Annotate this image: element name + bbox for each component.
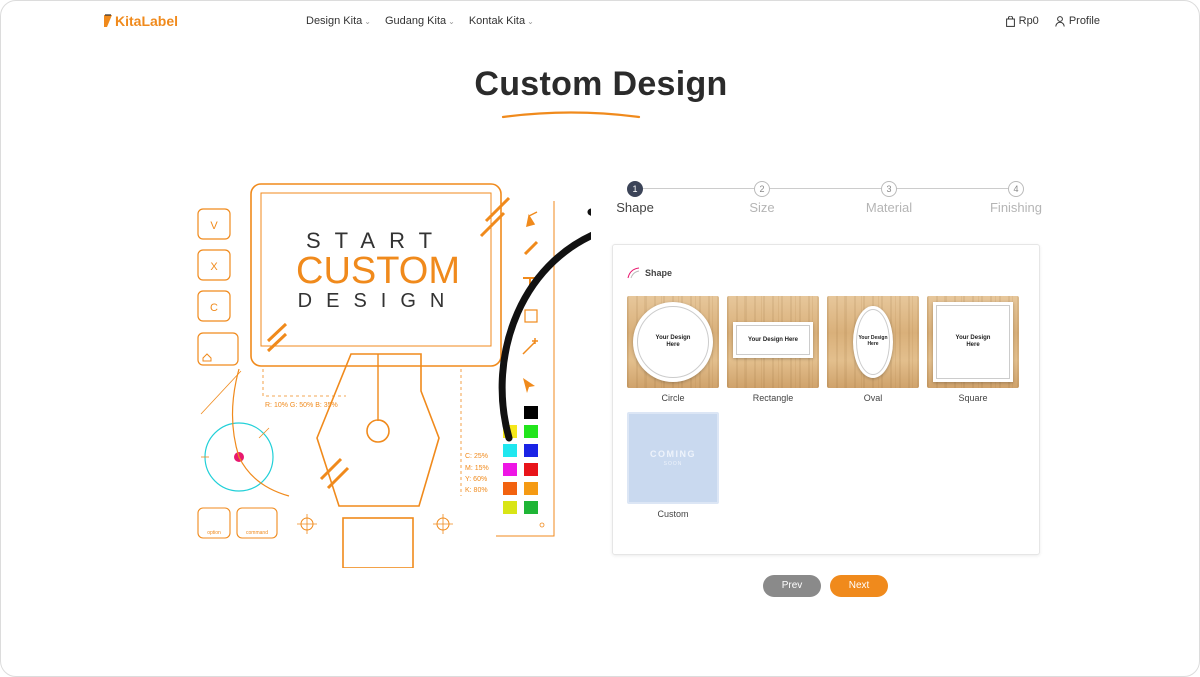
step-size[interactable]: 2 Size <box>732 181 792 215</box>
prev-button[interactable]: Prev <box>763 575 821 597</box>
step-number: 4 <box>1008 181 1024 197</box>
brand-name: KitaLabel <box>115 13 179 29</box>
chevron-down-icon: ⌄ <box>527 16 534 26</box>
key-v-label: V <box>210 220 218 232</box>
key-x-label: X <box>210 261 218 273</box>
step-material[interactable]: 3 Material <box>859 181 919 215</box>
command-key-label: command <box>246 530 268 536</box>
chevron-down-icon: ⌄ <box>364 16 371 26</box>
step-shape[interactable]: 1 Shape <box>605 181 665 215</box>
circle-preview: Your Design Here <box>627 296 719 388</box>
profile-label: Profile <box>1068 15 1100 27</box>
crosshair-icons <box>297 514 453 534</box>
pen-nib-drawing: R: 10% G: 50% B: 35% C: 25% M: 15% Y: 60… <box>262 353 489 568</box>
option-label: Oval <box>863 393 883 403</box>
keyboard-keys: V X C <box>197 208 239 366</box>
card-header: Shape <box>627 267 672 279</box>
step-label: Shape <box>616 200 654 215</box>
step-finishing[interactable]: 4 Finishing <box>986 181 1046 215</box>
step-number: 2 <box>754 181 770 197</box>
user-icon <box>1055 15 1065 27</box>
cmyk-y-text: Y: 60% <box>465 476 487 483</box>
progress-stepper: 1 Shape 2 Size 3 Material 4 Finishing <box>616 181 1046 221</box>
square-label-sample: Your Design Here <box>933 302 1013 382</box>
step-number: 1 <box>627 181 643 197</box>
cart-total: Rp0 <box>1018 15 1039 27</box>
option-label: Custom <box>657 509 689 519</box>
title-underline-decoration <box>501 111 641 119</box>
monitor-drawing: START CUSTOM DESIGN <box>250 183 511 367</box>
cart-link[interactable]: Rp0 <box>1005 15 1039 27</box>
stepper-line <box>635 188 1015 189</box>
shape-option-square[interactable]: Your Design Here Square <box>927 296 1019 403</box>
page-frame: KitaLabel Design Kita ⌄ Gudang Kita ⌄ Ko… <box>0 0 1200 677</box>
option-label: Rectangle <box>752 393 794 403</box>
shape-option-circle[interactable]: Your Design Here Circle <box>627 296 719 403</box>
menu-design-kita[interactable]: Design Kita ⌄ <box>306 15 371 27</box>
shape-option-rectangle[interactable]: Your Design Here Rectangle <box>727 296 819 403</box>
rectangle-preview: Your Design Here <box>727 296 819 388</box>
cmyk-m-text: M: 15% <box>465 465 489 472</box>
menu-gudang-kita[interactable]: Gudang Kita ⌄ <box>385 15 455 27</box>
shape-option-oval[interactable]: Your Design Here Oval <box>827 296 919 403</box>
shape-option-custom[interactable]: COMING SOON Custom <box>627 412 719 519</box>
circle-label-sample: Your Design Here <box>633 302 713 382</box>
cmyk-k-text: K: 80% <box>465 487 488 494</box>
key-c-label: C <box>210 302 218 314</box>
menu-label: Kontak Kita <box>468 15 526 27</box>
step-label: Material <box>865 200 913 215</box>
curved-arrow-icon <box>498 208 591 442</box>
top-navbar: KitaLabel Design Kita ⌄ Gudang Kita ⌄ Ko… <box>1 1 1199 43</box>
page-title: Custom Design <box>474 65 728 103</box>
menu-kontak-kita[interactable]: Kontak Kita ⌄ <box>469 15 534 27</box>
kitalabel-logo-icon <box>104 14 112 27</box>
square-preview: Your Design Here <box>927 296 1019 388</box>
option-label: Circle <box>661 393 685 403</box>
menu-label: Gudang Kita <box>384 15 447 27</box>
oval-label-sample: Your Design Here <box>853 306 893 378</box>
oval-preview: Your Design Here <box>827 296 919 388</box>
main-menu: Design Kita ⌄ Gudang Kita ⌄ Kontak Kita … <box>306 15 534 27</box>
shopping-bag-icon <box>1005 15 1015 27</box>
menu-label: Design Kita <box>306 15 363 27</box>
brand-logo[interactable]: KitaLabel <box>103 13 178 29</box>
coming-soon-badge: COMING <box>650 449 696 459</box>
coming-soon-sub: SOON <box>663 461 683 467</box>
design-text: DESIGN <box>298 290 459 312</box>
shape-icon <box>627 267 640 279</box>
rectangle-label-sample: Your Design Here <box>733 322 813 358</box>
step-label: Size <box>749 200 775 215</box>
card-title: Shape <box>645 268 673 278</box>
modifier-keys: option command <box>197 507 278 539</box>
step-label: Finishing <box>989 200 1043 215</box>
option-label: Square <box>958 393 988 403</box>
custom-text: CUSTOM <box>296 250 460 292</box>
next-button[interactable]: Next <box>830 575 888 597</box>
chevron-down-icon: ⌄ <box>448 16 455 26</box>
option-key-label: option <box>207 530 221 536</box>
color-wheel-drawing <box>200 368 290 497</box>
custom-coming-soon-preview: COMING SOON <box>627 412 719 504</box>
profile-link[interactable]: Profile <box>1055 15 1100 27</box>
step-number: 3 <box>881 181 897 197</box>
shape-selection-card: Shape Your Design Here Circle Your Desig… <box>612 244 1040 555</box>
design-tools-illustration: V X C START CUSTOM DESIGN R: 10% G: 50% … <box>197 183 591 568</box>
rgb-values-text: R: 10% G: 50% B: 35% <box>265 402 338 409</box>
nav-right: Rp0 Profile <box>1005 15 1100 27</box>
cmyk-c-text: C: 25% <box>465 453 488 460</box>
